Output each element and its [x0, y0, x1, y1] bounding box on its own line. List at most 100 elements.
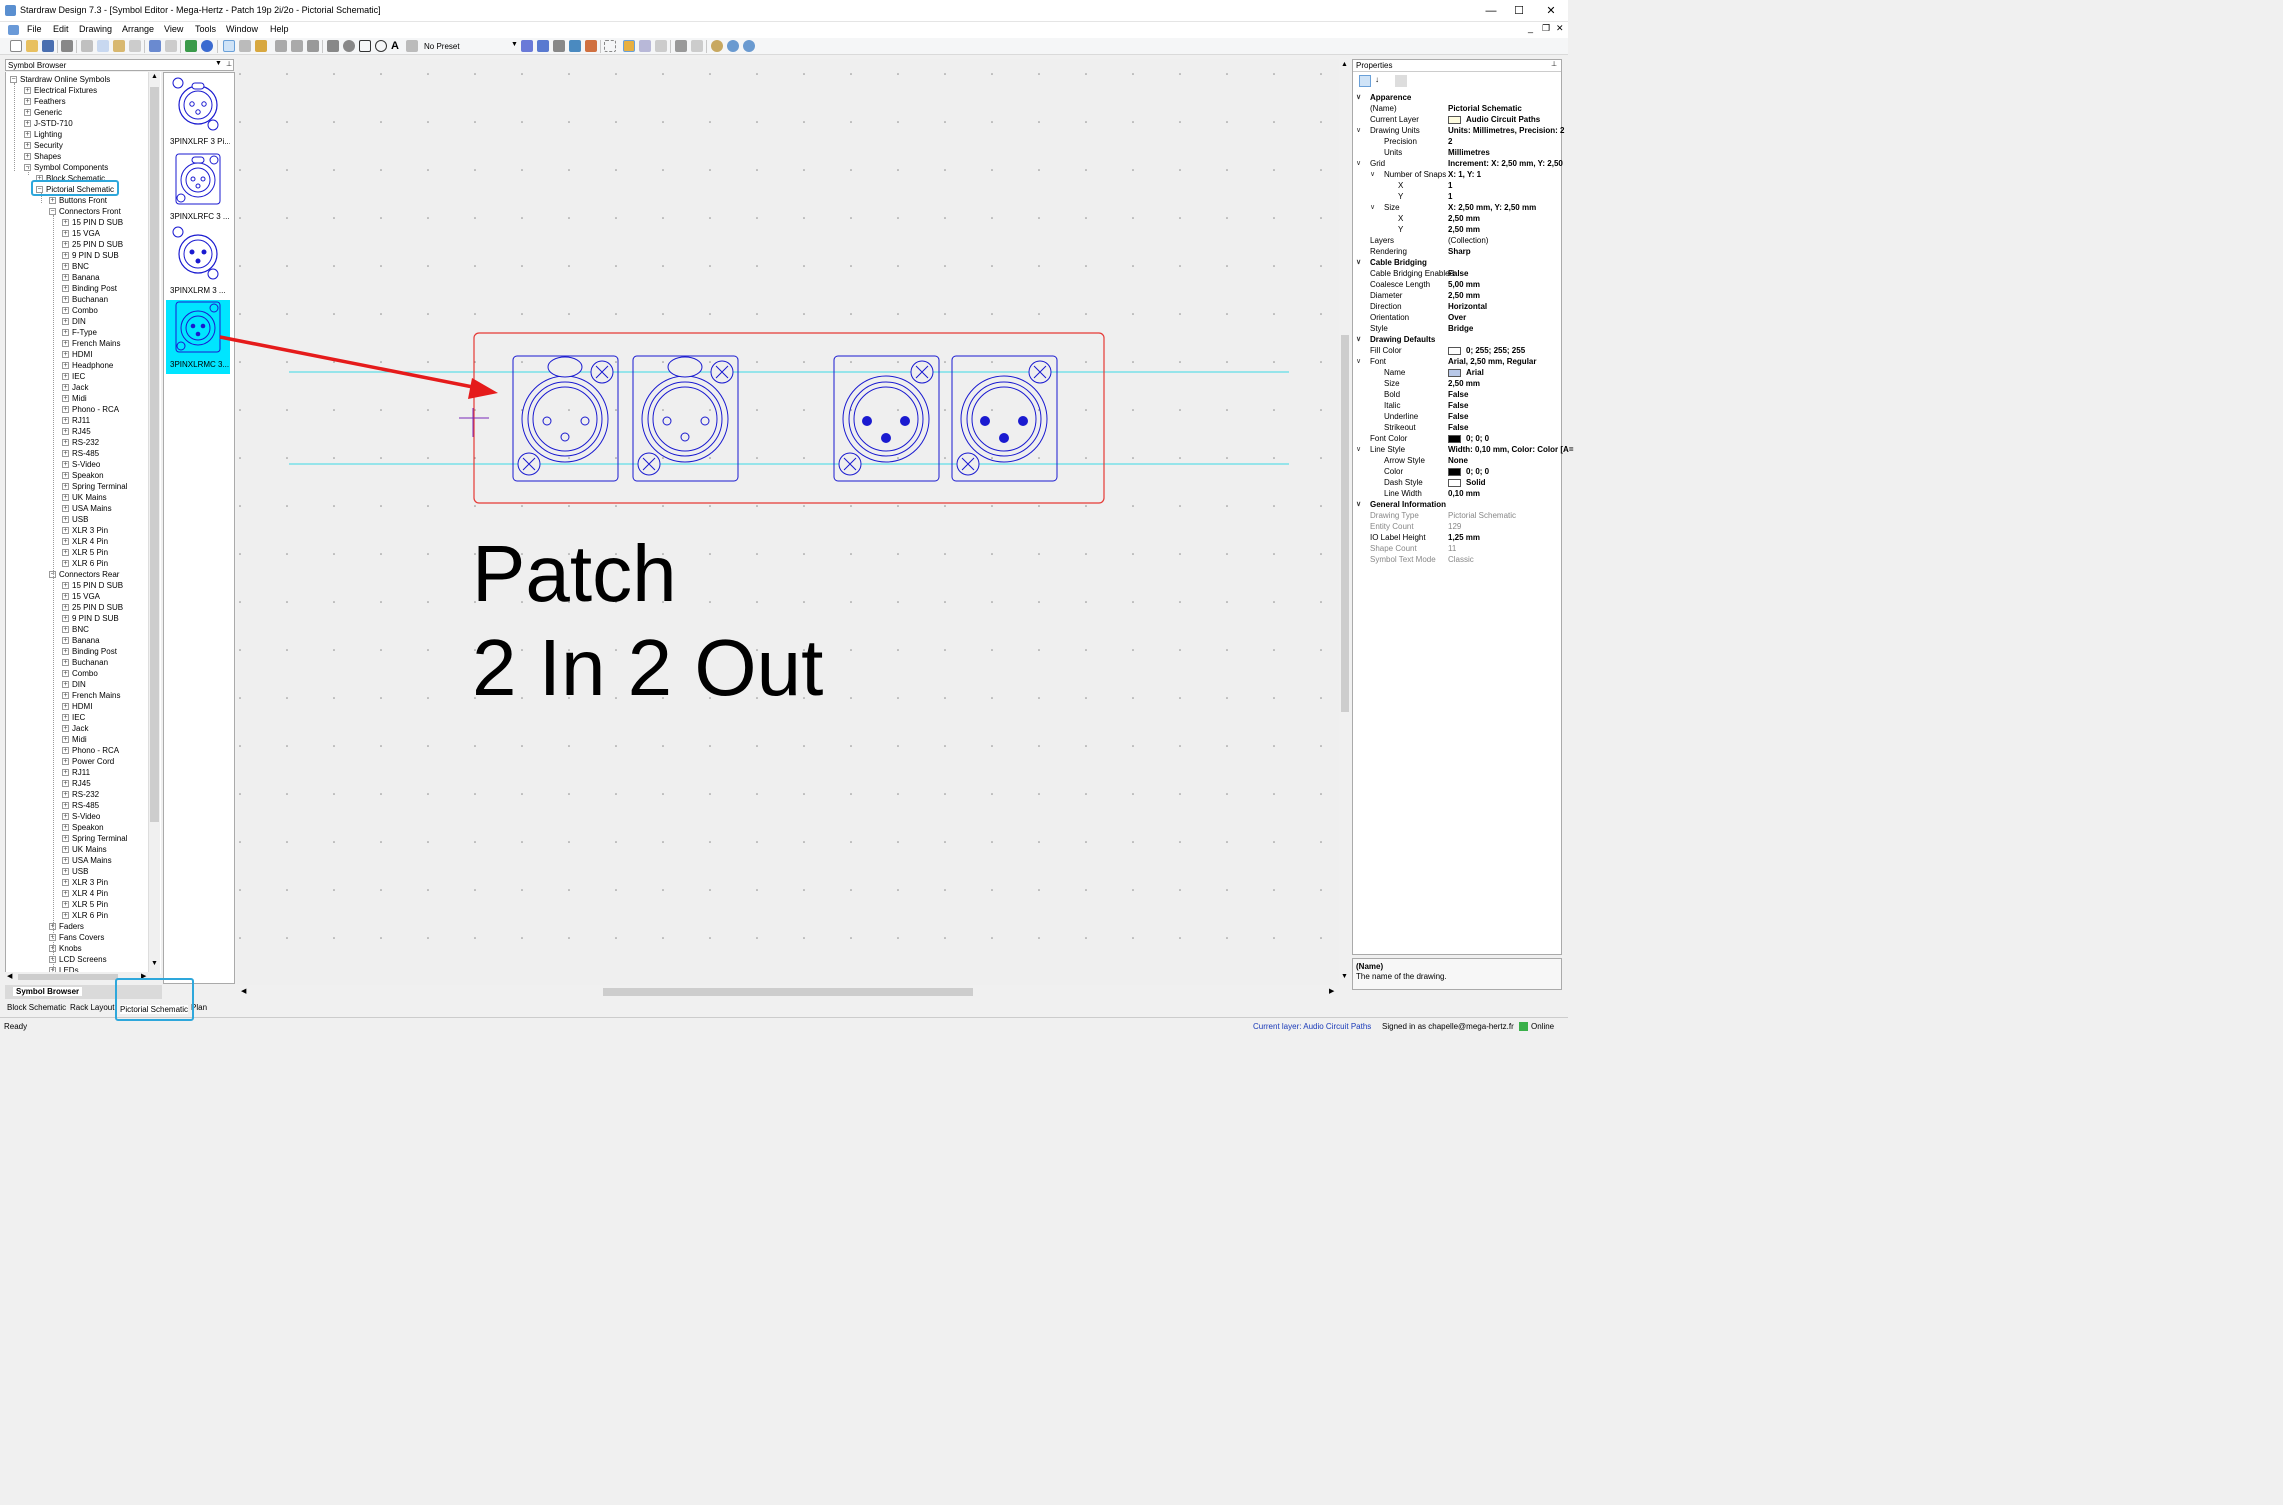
expand-icon[interactable]: +: [62, 835, 69, 843]
save-icon[interactable]: [42, 40, 54, 52]
property-value[interactable]: Classic: [1448, 554, 1474, 565]
expand-icon[interactable]: +: [62, 241, 69, 249]
tree-item-front-connector[interactable]: + RJ11: [62, 415, 90, 426]
fill-tool-icon[interactable]: [585, 40, 597, 52]
property-row[interactable]: ∨ Number of Snaps X: 1, Y: 1: [1353, 169, 1563, 180]
property-row[interactable]: Coalesce Length 5,00 mm: [1353, 279, 1563, 290]
expand-icon[interactable]: +: [62, 439, 69, 447]
tree-item-rear-connector[interactable]: + DIN: [62, 679, 86, 690]
property-row[interactable]: Symbol Text Mode Classic: [1353, 554, 1563, 565]
measure-tool-icon[interactable]: [553, 40, 565, 52]
expand-icon[interactable]: +: [62, 406, 69, 414]
chevron-down-icon[interactable]: ∨: [1356, 334, 1361, 345]
expand-icon[interactable]: +: [62, 901, 69, 909]
menu-window[interactable]: Window: [226, 24, 258, 34]
tree-item-rear-connector[interactable]: + XLR 3 Pin: [62, 877, 108, 888]
expand-icon[interactable]: +: [62, 890, 69, 898]
expand-icon[interactable]: +: [62, 516, 69, 524]
property-value[interactable]: False: [1448, 389, 1468, 400]
chevron-down-icon[interactable]: ▼: [511, 41, 518, 48]
property-row[interactable]: Size 2,50 mm: [1353, 378, 1563, 389]
tree-root[interactable]: − Stardraw Online Symbols: [10, 74, 110, 85]
tree-item-front-connector[interactable]: + USA Mains: [62, 503, 112, 514]
expand-icon[interactable]: +: [62, 494, 69, 502]
tree-item-rear-connector[interactable]: +25 PIN D SUB: [62, 602, 123, 613]
tree-item-rear-connector[interactable]: + Banana: [62, 635, 100, 646]
expand-icon[interactable]: +: [62, 230, 69, 238]
menu-edit[interactable]: Edit: [53, 24, 69, 34]
maximize-button[interactable]: ☐: [1512, 4, 1526, 18]
expand-icon[interactable]: +: [62, 549, 69, 557]
expand-icon[interactable]: +: [62, 483, 69, 491]
close-button[interactable]: ✕: [1544, 4, 1558, 18]
property-row[interactable]: Rendering Sharp: [1353, 246, 1563, 257]
menu-drawing[interactable]: Drawing: [79, 24, 112, 34]
bring-front-icon[interactable]: [639, 40, 651, 52]
tree-item-front-connector[interactable]: +9 PIN D SUB: [62, 250, 119, 261]
tree-item-rear-connector[interactable]: + IEC: [62, 712, 85, 723]
property-value[interactable]: Over: [1448, 312, 1466, 323]
tree-item-buttons-front[interactable]: + Buttons Front: [49, 195, 107, 206]
tree-item-rear-connector[interactable]: +15 VGA: [62, 591, 100, 602]
rectangle-tool-icon[interactable]: [359, 40, 371, 52]
redo-icon[interactable]: [165, 40, 177, 52]
property-value[interactable]: 1,25 mm: [1448, 532, 1480, 543]
expand-icon[interactable]: +: [62, 428, 69, 436]
property-value[interactable]: 0; 255; 255; 255: [1466, 345, 1525, 356]
expand-icon[interactable]: +: [62, 318, 69, 326]
chevron-down-icon[interactable]: ∨: [1356, 257, 1361, 268]
categorized-icon[interactable]: [1359, 75, 1371, 87]
ellipse-tool-icon[interactable]: [375, 40, 387, 52]
tree-item-rear-connector[interactable]: + Combo: [62, 668, 98, 679]
property-row[interactable]: ∨ Line Style Width: 0,10 mm, Color: Color …: [1353, 444, 1574, 455]
expand-icon[interactable]: +: [62, 450, 69, 458]
expand-icon[interactable]: +: [62, 538, 69, 546]
property-value[interactable]: 0; 0; 0: [1466, 466, 1489, 477]
property-category[interactable]: ∨ Apparence: [1353, 92, 1563, 103]
tree-item-front-connector[interactable]: + HDMI: [62, 349, 92, 360]
drawing-canvas[interactable]: Patch 2 In 2 Out: [237, 59, 1339, 985]
expand-icon[interactable]: +: [62, 593, 69, 601]
property-value[interactable]: 2,50 mm: [1448, 290, 1480, 301]
tree-item-rear-connector[interactable]: + UK Mains: [62, 844, 107, 855]
expand-icon[interactable]: +: [62, 373, 69, 381]
tree-item-l1[interactable]: + Electrical Fixtures: [24, 85, 97, 96]
doc-restore-button[interactable]: ❐: [1542, 23, 1550, 34]
tree-item-component-group[interactable]: + Faders: [49, 921, 84, 932]
tree-item-rear-connector[interactable]: + RJ11: [62, 767, 90, 778]
tree-item-front-connector[interactable]: + XLR 3 Pin: [62, 525, 108, 536]
property-value[interactable]: 1: [1448, 191, 1452, 202]
expand-icon[interactable]: +: [62, 758, 69, 766]
property-value[interactable]: False: [1448, 400, 1468, 411]
pan-tool-icon[interactable]: [255, 40, 267, 52]
property-value[interactable]: (Collection): [1448, 235, 1488, 246]
property-pages-icon[interactable]: [1395, 75, 1407, 87]
property-value[interactable]: 0; 0; 0: [1466, 433, 1489, 444]
tree-item-front-connector[interactable]: +15 VGA: [62, 228, 100, 239]
property-row[interactable]: Diameter 2,50 mm: [1353, 290, 1563, 301]
expand-icon[interactable]: +: [62, 384, 69, 392]
canvas-hscroll-thumb[interactable]: [603, 988, 973, 996]
property-value[interactable]: Pictorial Schematic: [1448, 103, 1522, 114]
tree-hscroll-thumb[interactable]: [18, 974, 118, 980]
expand-icon[interactable]: +: [62, 307, 69, 315]
property-value[interactable]: Sharp: [1448, 246, 1471, 257]
tree-item-rear-connector[interactable]: + Buchanan: [62, 657, 108, 668]
tree-item-rear-connector[interactable]: + BNC: [62, 624, 89, 635]
expand-icon[interactable]: +: [62, 417, 69, 425]
canvas-vertical-scrollbar[interactable]: ▲ ▼: [1339, 59, 1351, 985]
property-row[interactable]: Style Bridge: [1353, 323, 1563, 334]
tree-scroll-thumb[interactable]: [150, 87, 159, 822]
expand-icon[interactable]: +: [49, 197, 56, 205]
property-row[interactable]: Dash Style Solid: [1353, 477, 1563, 488]
scroll-right-icon[interactable]: ▶: [1329, 987, 1334, 995]
delete-icon[interactable]: [129, 40, 141, 52]
tree-item-rear-connector[interactable]: + HDMI: [62, 701, 92, 712]
node-tool-icon[interactable]: [275, 40, 287, 52]
zoom-window-icon[interactable]: [711, 40, 723, 52]
property-row[interactable]: Arrow Style None: [1353, 455, 1563, 466]
tree-item-front-connector[interactable]: + Speakon: [62, 470, 104, 481]
property-row[interactable]: Y 2,50 mm: [1353, 224, 1563, 235]
tree-item-front-connector[interactable]: + Binding Post: [62, 283, 117, 294]
tree-item-front-connector[interactable]: + S-Video: [62, 459, 100, 470]
